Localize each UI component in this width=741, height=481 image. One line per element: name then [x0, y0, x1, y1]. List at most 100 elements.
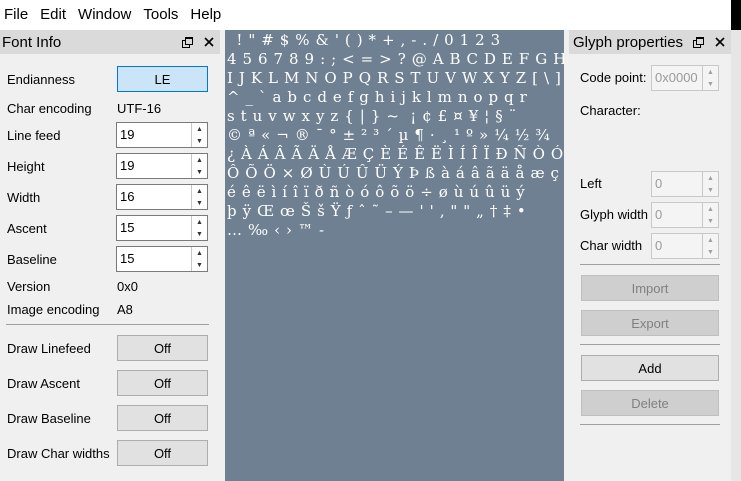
spin-down-icon[interactable]: ▼ [703, 78, 718, 90]
close-icon[interactable] [709, 31, 731, 53]
char-encoding-row: Char encoding UTF-16 [7, 96, 161, 120]
width-value: 16 [120, 189, 135, 204]
draw-linefeed-button[interactable]: Off [117, 335, 208, 361]
spin-up-icon[interactable]: ▲ [703, 66, 718, 78]
code-point-label: Code point: [580, 70, 647, 85]
right-edge [731, 30, 741, 481]
endianness-row: Endianness [7, 67, 117, 91]
left-spinbox[interactable]: 0 ▲ ▼ [651, 171, 719, 197]
left-label: Left [580, 176, 602, 191]
spin-up-icon[interactable]: ▲ [192, 185, 207, 197]
char-encoding-value: UTF-16 [117, 100, 162, 116]
font-info-title: Font Info [2, 33, 62, 51]
glyph-row: s t u v w x y z { | } ~ ¡ ¢ £ ¤ ¥ ¦ § ¨ [227, 107, 517, 125]
draw-char-widths-row: Draw Char widths [7, 441, 117, 465]
glyph-width-spinbox[interactable]: 0 ▲ ▼ [651, 202, 719, 228]
glyph-row: þ ÿ Œ œ Š š Ÿ ƒ ˆ ˜ – — ' ' ‚ " " „ † ‡ … [227, 202, 527, 220]
delete-button[interactable]: Delete [581, 390, 719, 416]
import-button[interactable]: Import [581, 275, 719, 301]
glyph-row: Ô Õ Ö × Ø Ù Ú Û Ü Ý Þ ß à á â ã ä å æ ç … [227, 164, 564, 182]
menu-window[interactable]: Window [73, 0, 138, 30]
draw-linefeed-label: Draw Linefeed [7, 340, 91, 356]
line-feed-row: Line feed [7, 123, 117, 147]
spin-up-icon[interactable]: ▲ [192, 216, 207, 228]
add-button[interactable]: Add [581, 355, 719, 381]
spin-down-icon[interactable]: ▼ [703, 215, 718, 227]
baseline-spinbox[interactable]: 15 ▲ ▼ [116, 246, 208, 272]
version-value: 0x0 [117, 278, 138, 294]
code-point-value: 0x0000 [655, 70, 698, 85]
glyph-properties-title-bar: Glyph properties [569, 30, 731, 54]
spin-up-icon[interactable]: ▲ [192, 247, 207, 259]
glyph-properties-title: Glyph properties [573, 33, 684, 51]
height-spinbox[interactable]: 19 ▲ ▼ [116, 153, 208, 179]
glyph-separator [580, 264, 720, 265]
spin-up-icon[interactable]: ▲ [703, 234, 718, 246]
spin-down-icon[interactable]: ▼ [192, 135, 207, 147]
float-icon[interactable] [687, 31, 709, 53]
spin-up-icon[interactable]: ▲ [192, 123, 207, 135]
spin-up-icon[interactable]: ▲ [703, 172, 718, 184]
left-value: 0 [655, 176, 663, 191]
draw-ascent-button[interactable]: Off [117, 370, 208, 396]
export-button[interactable]: Export [581, 310, 719, 336]
spin-up-icon[interactable]: ▲ [192, 154, 207, 166]
glyph-row: ^ _ ` a b c d e f g h i j k l m n o p q … [227, 88, 528, 106]
spin-arrows: ▲ ▼ [191, 185, 207, 209]
image-encoding-label: Image encoding [7, 301, 100, 317]
spin-down-icon[interactable]: ▼ [192, 197, 207, 209]
image-encoding-value: A8 [117, 301, 133, 317]
spin-down-icon[interactable]: ▼ [703, 184, 718, 196]
width-label: Width [7, 189, 41, 205]
version-row: Version 0x0 [7, 274, 138, 298]
draw-ascent-label: Draw Ascent [7, 375, 80, 391]
glyph-width-value: 0 [655, 207, 663, 222]
ascent-value: 15 [120, 220, 135, 235]
menu-tools[interactable]: Tools [138, 0, 185, 30]
char-encoding-label: Char encoding [7, 100, 92, 116]
draw-char-widths-label: Draw Char widths [7, 445, 110, 461]
spin-arrows: ▲ ▼ [702, 234, 718, 258]
glyph-canvas[interactable]: ! " # $ % & ' ( ) * + , - . / 0 1 2 3 4 … [225, 30, 564, 481]
spin-arrows: ▲ ▼ [702, 203, 718, 227]
glyph-row: © ª « ¬ ® ¯ ° ± ² ³ ´ µ ¶ · ¸ ¹ º » ¼ ½ … [227, 126, 551, 144]
spin-down-icon[interactable]: ▼ [703, 246, 718, 258]
glyph-separator [580, 344, 720, 345]
spin-down-icon[interactable]: ▼ [192, 166, 207, 178]
spin-up-icon[interactable]: ▲ [703, 203, 718, 215]
character-label: Character: [580, 103, 641, 118]
float-icon[interactable] [176, 31, 198, 53]
window-edge [731, 0, 741, 30]
close-icon[interactable] [198, 31, 220, 53]
char-width-label: Char width [580, 238, 643, 253]
height-row: Height [7, 154, 117, 178]
draw-char-widths-button[interactable]: Off [117, 440, 208, 466]
baseline-row: Baseline [7, 247, 117, 271]
line-feed-spinbox[interactable]: 19 ▲ ▼ [116, 122, 208, 148]
glyph-separator [580, 424, 720, 425]
width-spinbox[interactable]: 16 ▲ ▼ [116, 184, 208, 210]
spin-down-icon[interactable]: ▼ [192, 228, 207, 240]
baseline-value: 15 [120, 251, 135, 266]
spin-arrows: ▲ ▼ [702, 66, 718, 90]
spin-arrows: ▲ ▼ [191, 123, 207, 147]
menu-file[interactable]: File [0, 0, 35, 30]
spin-arrows: ▲ ▼ [191, 154, 207, 178]
char-width-spinbox[interactable]: 0 ▲ ▼ [651, 233, 719, 259]
spin-down-icon[interactable]: ▼ [192, 259, 207, 271]
menu-help[interactable]: Help [185, 0, 228, 30]
draw-baseline-button[interactable]: Off [117, 405, 208, 431]
glyph-width-label: Glyph width [580, 207, 648, 222]
code-point-spinbox[interactable]: 0x0000 ▲ ▼ [651, 65, 719, 91]
draw-linefeed-row: Draw Linefeed [7, 336, 117, 360]
ascent-spinbox[interactable]: 15 ▲ ▼ [116, 215, 208, 241]
menu-edit[interactable]: Edit [35, 0, 73, 30]
line-feed-label: Line feed [7, 127, 61, 143]
menu-bar: File Edit Window Tools Help [0, 0, 741, 30]
draw-baseline-label: Draw Baseline [7, 410, 91, 426]
glyph-row: I J K L M N O P Q R S T U V W X Y Z [ \ … [227, 69, 562, 87]
char-width-value: 0 [655, 238, 663, 253]
width-row: Width [7, 185, 117, 209]
endianness-button[interactable]: LE [117, 66, 208, 92]
height-label: Height [7, 158, 45, 174]
